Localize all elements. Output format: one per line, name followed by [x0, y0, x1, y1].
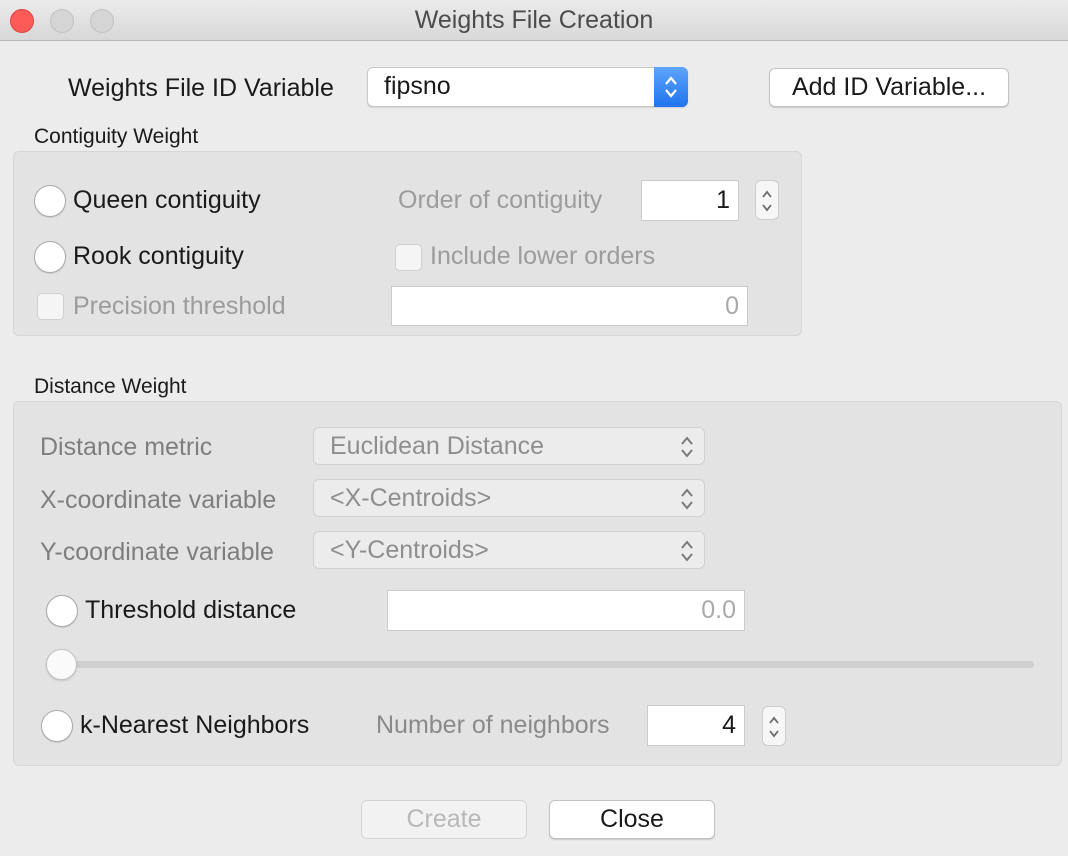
- id-variable-value: fipsno: [384, 72, 451, 100]
- precision-threshold-field[interactable]: 0: [391, 286, 748, 326]
- y-coordinate-select[interactable]: <Y-Centroids>: [313, 531, 705, 569]
- close-button[interactable]: Close: [549, 800, 715, 839]
- y-coordinate-value: <Y-Centroids>: [330, 536, 489, 564]
- knn-label: k-Nearest Neighbors: [80, 711, 310, 739]
- distance-group-label: Distance Weight: [34, 375, 187, 398]
- select-arrows-icon: [681, 540, 693, 562]
- select-arrows-icon: [654, 67, 688, 107]
- neighbors-stepper[interactable]: [762, 706, 786, 746]
- threshold-slider-knob[interactable]: [46, 649, 77, 680]
- y-coordinate-label: Y-coordinate variable: [40, 538, 274, 566]
- threshold-distance-field[interactable]: 0.0: [387, 590, 745, 631]
- distance-metric-label: Distance metric: [40, 433, 213, 461]
- include-lower-orders-checkbox[interactable]: [395, 244, 422, 271]
- precision-threshold-label: Precision threshold: [73, 292, 286, 320]
- contiguity-group-label: Contiguity Weight: [34, 125, 199, 148]
- include-lower-orders-label: Include lower orders: [430, 242, 656, 270]
- queen-contiguity-label: Queen contiguity: [73, 186, 261, 214]
- order-of-contiguity-label: Order of contiguity: [398, 186, 603, 214]
- knn-radio[interactable]: [41, 710, 73, 742]
- title-bar: Weights File Creation: [0, 0, 1068, 41]
- x-coordinate-select[interactable]: <X-Centroids>: [313, 479, 705, 517]
- distance-metric-select[interactable]: Euclidean Distance: [313, 427, 705, 465]
- select-arrows-icon: [681, 488, 693, 510]
- order-stepper[interactable]: [755, 180, 779, 220]
- distance-metric-value: Euclidean Distance: [330, 432, 545, 460]
- stepper-arrows-icon: [762, 190, 772, 212]
- rook-contiguity-radio[interactable]: [34, 241, 66, 273]
- number-of-neighbors-field[interactable]: 4: [647, 705, 745, 746]
- id-variable-select[interactable]: fipsno: [367, 67, 688, 107]
- select-arrows-icon: [681, 436, 693, 458]
- x-coordinate-value: <X-Centroids>: [330, 484, 492, 512]
- threshold-distance-label: Threshold distance: [85, 596, 297, 624]
- queen-contiguity-radio[interactable]: [34, 185, 66, 217]
- threshold-distance-radio[interactable]: [46, 595, 78, 627]
- window-title: Weights File Creation: [414, 6, 654, 34]
- id-variable-label: Weights File ID Variable: [68, 74, 334, 102]
- create-button[interactable]: Create: [361, 800, 527, 839]
- add-id-variable-button[interactable]: Add ID Variable...: [769, 68, 1009, 107]
- x-coordinate-label: X-coordinate variable: [40, 486, 277, 514]
- order-of-contiguity-field[interactable]: 1: [641, 180, 739, 221]
- rook-contiguity-label: Rook contiguity: [73, 242, 244, 270]
- stepper-arrows-icon: [769, 716, 779, 738]
- number-of-neighbors-label: Number of neighbors: [376, 711, 610, 739]
- threshold-slider-track[interactable]: [58, 661, 1034, 668]
- precision-threshold-checkbox[interactable]: [37, 293, 64, 320]
